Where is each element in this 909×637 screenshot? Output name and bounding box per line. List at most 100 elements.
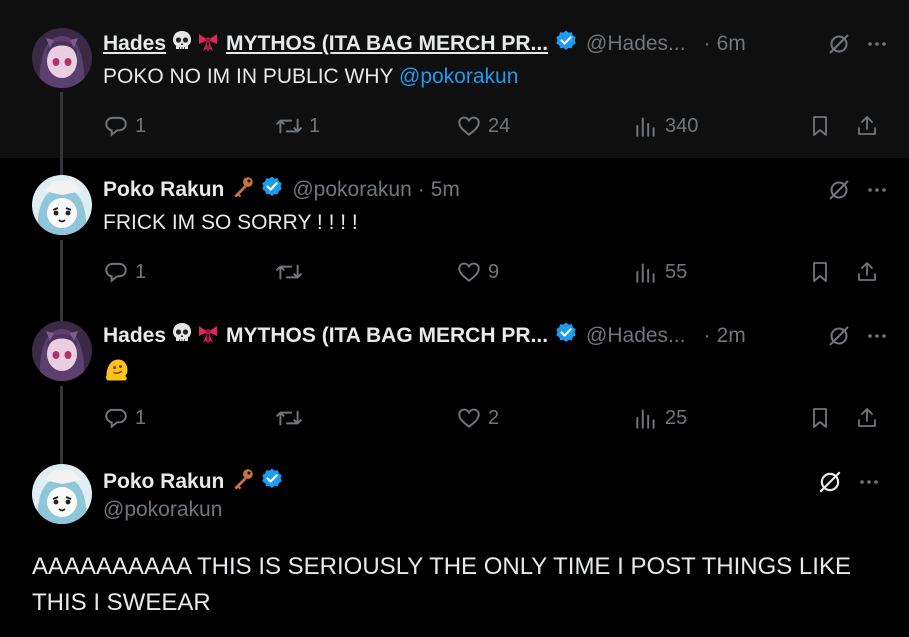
share-button[interactable] bbox=[855, 111, 885, 141]
verified-badge-icon[interactable] bbox=[260, 467, 284, 497]
user-handle[interactable]: @Hades... bbox=[586, 324, 686, 348]
like-button[interactable]: 9 bbox=[456, 257, 499, 287]
main-tweet-tools bbox=[803, 468, 881, 496]
share-icon bbox=[858, 262, 876, 281]
reply-button[interactable]: 1 bbox=[103, 403, 146, 433]
display-name[interactable]: Poko Rakun bbox=[103, 178, 224, 202]
tweet-3[interactable]: Hades MYTHOS (ITA BAG MERCH PR... @Hades… bbox=[0, 304, 909, 450]
repost-button[interactable] bbox=[275, 257, 309, 287]
verified-badge-icon[interactable] bbox=[554, 321, 578, 351]
tweet-1[interactable]: Hades MYTHOS (ITA BAG MERCH PR... @Hades… bbox=[0, 0, 909, 158]
repost-count: 1 bbox=[309, 114, 321, 137]
reply-icon bbox=[105, 408, 127, 429]
ribbon-emoji bbox=[196, 29, 220, 59]
like-button[interactable]: 24 bbox=[456, 111, 510, 141]
repost-icon bbox=[276, 264, 302, 280]
skull-emoji bbox=[170, 29, 194, 59]
bookmark-icon bbox=[813, 262, 827, 282]
display-name[interactable]: Hades bbox=[103, 324, 166, 348]
timestamp[interactable]: 6m bbox=[717, 32, 746, 56]
reply-icon bbox=[105, 262, 127, 283]
views-icon bbox=[636, 409, 655, 429]
like-button[interactable]: 2 bbox=[456, 403, 499, 433]
display-name[interactable]: Hades bbox=[103, 32, 166, 56]
grok-icon[interactable] bbox=[827, 32, 851, 56]
separator-dot: · bbox=[703, 32, 711, 55]
bookmark-icon bbox=[813, 408, 827, 428]
melting-face-icon bbox=[106, 359, 128, 381]
view-count: 340 bbox=[665, 114, 699, 137]
skull-emoji bbox=[170, 321, 194, 351]
grok-icon[interactable] bbox=[817, 469, 843, 495]
repost-icon bbox=[276, 118, 302, 134]
like-icon bbox=[458, 116, 480, 136]
like-count: 24 bbox=[488, 114, 511, 137]
tweet-header: Hades MYTHOS (ITA BAG MERCH PR... @Hades… bbox=[103, 322, 889, 350]
display-name[interactable]: Poko Rakun bbox=[103, 470, 224, 494]
share-icon bbox=[858, 408, 876, 427]
like-count: 9 bbox=[488, 260, 500, 283]
user-handle[interactable]: @pokorakun bbox=[103, 498, 222, 522]
key-emoji bbox=[230, 466, 256, 498]
reply-button[interactable]: 1 bbox=[103, 111, 146, 141]
avatar[interactable] bbox=[32, 175, 92, 235]
grok-icon[interactable] bbox=[827, 178, 851, 202]
views-icon bbox=[636, 117, 655, 137]
share-button[interactable] bbox=[855, 257, 885, 287]
tweet-text: POKO NO IM IN PUBLIC WHY @pokorakun bbox=[103, 65, 518, 89]
bookmark-button[interactable] bbox=[808, 403, 838, 433]
grok-icon[interactable] bbox=[827, 324, 851, 348]
reply-count: 1 bbox=[135, 114, 147, 137]
thread-connector bbox=[60, 240, 63, 304]
view-count: 25 bbox=[665, 406, 688, 429]
verified-badge-icon[interactable] bbox=[260, 175, 284, 205]
thread-connector bbox=[60, 92, 63, 158]
verified-badge-icon[interactable] bbox=[554, 29, 578, 59]
views-icon bbox=[636, 263, 655, 283]
user-handle[interactable]: @pokorakun bbox=[292, 178, 411, 202]
tweet-text: FRICK IM SO SORRY ! ! ! ! bbox=[103, 211, 358, 234]
reply-count: 1 bbox=[135, 406, 147, 429]
views-button[interactable]: 25 bbox=[633, 403, 687, 433]
views-button[interactable]: 340 bbox=[633, 111, 698, 141]
thread-connector bbox=[60, 450, 63, 464]
like-icon bbox=[458, 262, 480, 282]
repost-icon bbox=[276, 410, 302, 426]
separator-dot: · bbox=[703, 324, 711, 347]
avatar[interactable] bbox=[32, 321, 92, 381]
view-count: 55 bbox=[665, 260, 688, 283]
main-tweet-header: Poko Rakun bbox=[103, 468, 284, 496]
views-button[interactable]: 55 bbox=[633, 257, 687, 287]
thread-connector bbox=[60, 304, 63, 322]
tweet-2[interactable]: Poko Rakun @pokorakun · 5m FRICK IM SO S… bbox=[0, 158, 909, 304]
share-button[interactable] bbox=[855, 403, 885, 433]
timestamp[interactable]: 2m bbox=[717, 324, 746, 348]
avatar[interactable] bbox=[32, 28, 92, 88]
reply-count: 1 bbox=[135, 260, 147, 283]
display-name-suffix[interactable]: MYTHOS (ITA BAG MERCH PR... bbox=[226, 324, 548, 348]
bookmark-button[interactable] bbox=[808, 111, 838, 141]
reply-icon bbox=[105, 116, 127, 137]
tweet-text-body: POKO NO IM IN PUBLIC WHY bbox=[103, 65, 399, 88]
avatar[interactable] bbox=[32, 464, 92, 524]
repost-button[interactable] bbox=[275, 403, 309, 433]
action-bar: 1 9 55 bbox=[103, 257, 883, 287]
repost-button[interactable]: 1 bbox=[275, 111, 320, 141]
more-icon[interactable] bbox=[865, 324, 889, 348]
timestamp[interactable]: 5m bbox=[431, 178, 460, 202]
bookmark-button[interactable] bbox=[808, 257, 838, 287]
reply-button[interactable]: 1 bbox=[103, 257, 146, 287]
action-bar: 1 1 24 340 bbox=[103, 111, 883, 141]
key-emoji bbox=[230, 174, 256, 206]
more-icon[interactable] bbox=[865, 32, 889, 56]
more-icon[interactable] bbox=[865, 178, 889, 202]
mention-link[interactable]: @pokorakun bbox=[399, 65, 518, 88]
separator-dot: · bbox=[417, 178, 425, 201]
more-icon[interactable] bbox=[857, 470, 881, 494]
display-name-suffix[interactable]: MYTHOS (ITA BAG MERCH PR... bbox=[226, 32, 548, 56]
like-count: 2 bbox=[488, 406, 500, 429]
user-handle[interactable]: @Hades... bbox=[586, 32, 686, 56]
bookmark-icon bbox=[813, 116, 827, 136]
thread-connector bbox=[60, 158, 63, 176]
action-bar: 1 2 25 bbox=[103, 403, 883, 433]
